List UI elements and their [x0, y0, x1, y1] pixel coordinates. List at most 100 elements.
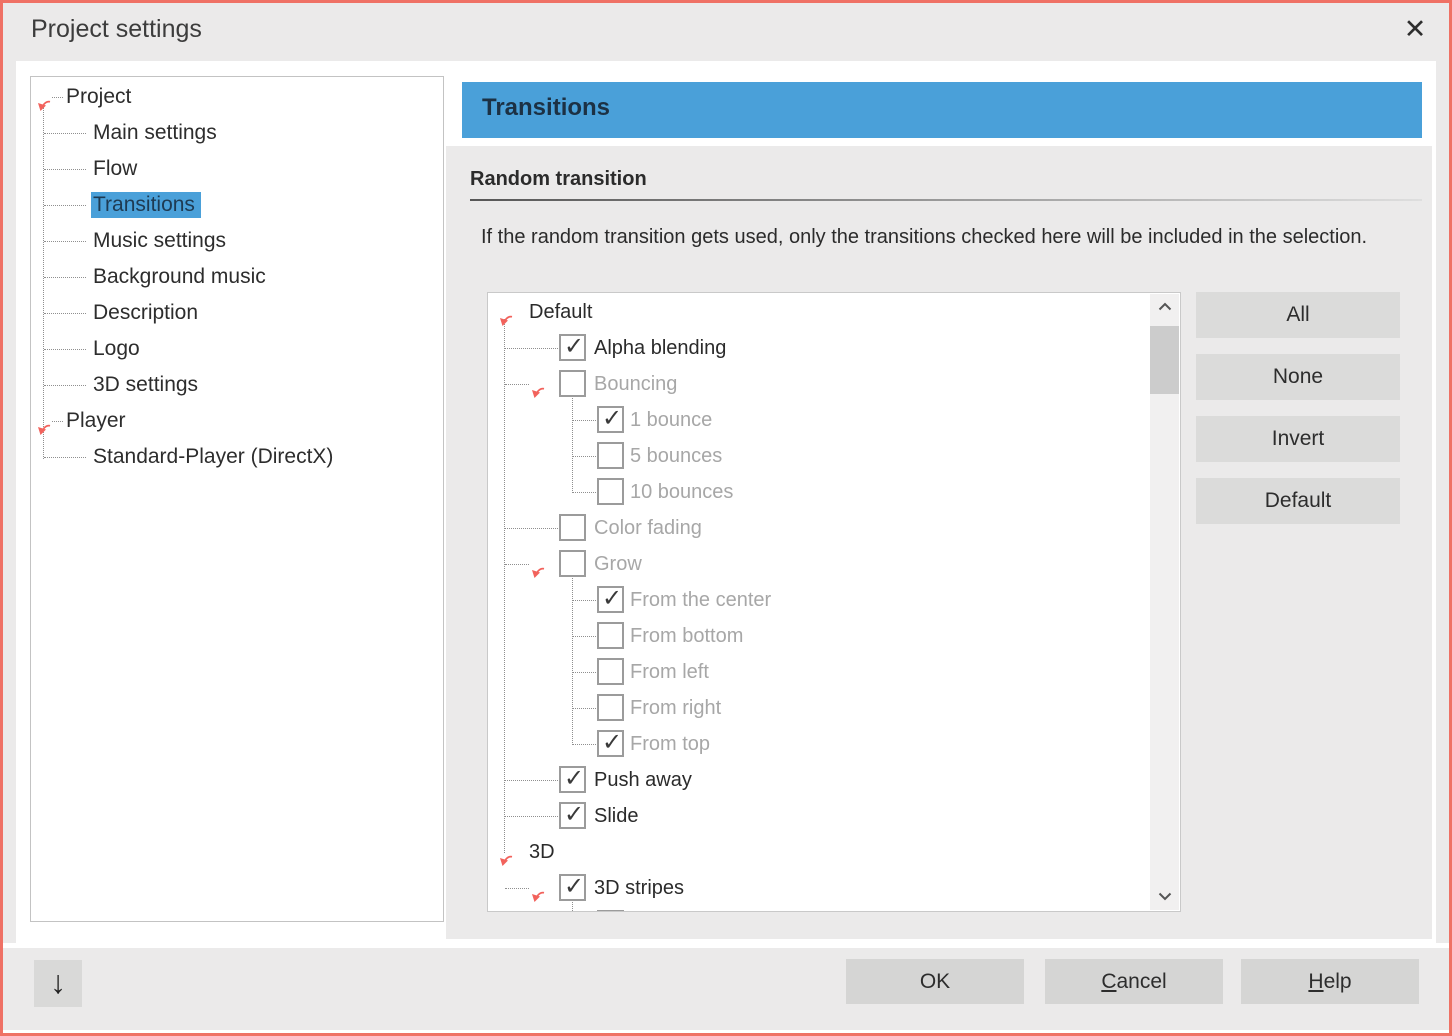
tree-connector: [44, 385, 86, 386]
tree-connector: [44, 313, 86, 314]
sidebar-item-label: Project: [64, 79, 137, 115]
cancel-button[interactable]: Cancel: [1045, 959, 1223, 1004]
transition-row-from-left: From left: [488, 654, 1180, 690]
transition-label[interactable]: From right: [630, 690, 721, 726]
ok-button[interactable]: OK: [846, 959, 1024, 1004]
checkbox-from-bottom[interactable]: [597, 622, 624, 649]
transition-label[interactable]: From the center: [630, 582, 771, 618]
checkbox-bouncing[interactable]: [559, 370, 586, 397]
transition-label[interactable]: 5 bounces: [630, 438, 722, 474]
checkbox-slide[interactable]: ✓: [559, 802, 586, 829]
transition-label[interactable]: Default: [529, 294, 592, 330]
transition-label[interactable]: Color fading: [594, 510, 702, 546]
tree-connector: [505, 780, 558, 781]
all-button[interactable]: All: [1196, 292, 1400, 338]
checkbox-from-the-center[interactable]: ✓: [597, 586, 624, 613]
checkbox-color-fading[interactable]: [559, 514, 586, 541]
sidebar-item-label: Main settings: [91, 115, 223, 151]
checkbox-1-bounce[interactable]: ✓: [597, 406, 624, 433]
transition-label[interactable]: Slide: [594, 798, 638, 834]
checkbox-3d-stripes[interactable]: ✓: [559, 874, 586, 901]
scrollbar-thumb[interactable]: [1150, 326, 1179, 394]
tree-connector: [52, 421, 63, 422]
sidebar-item-logo[interactable]: Logo: [31, 331, 443, 367]
checkbox-5-bounces[interactable]: [597, 442, 624, 469]
transition-label[interactable]: From bottom: [630, 618, 743, 654]
transition-label[interactable]: 3D stripes: [594, 870, 684, 906]
down-arrow-icon: ↓: [50, 964, 66, 1000]
transition-label[interactable]: Alpha blending: [594, 330, 726, 366]
tree-connector: [505, 564, 529, 565]
expand-arrow-icon[interactable]: [36, 413, 51, 428]
transition-row-from-right: From right: [488, 690, 1180, 726]
checkbox-partial[interactable]: [597, 910, 624, 912]
transition-label[interactable]: Grow: [594, 546, 642, 582]
expand-arrow-icon[interactable]: [36, 89, 51, 104]
list-scrollbar[interactable]: [1150, 294, 1179, 910]
sidebar-item-label: 3D settings: [91, 367, 204, 403]
expand-arrow-icon[interactable]: [498, 304, 513, 319]
checkmark-icon: ✓: [602, 581, 622, 617]
sidebar-item-label: Music settings: [91, 223, 232, 259]
transition-row-bouncing: Bouncing: [488, 366, 1180, 402]
transition-row-alpha-blending: ✓ Alpha blending: [488, 330, 1180, 366]
transition-label[interactable]: From left: [630, 654, 709, 690]
checkmark-icon: ✓: [564, 797, 584, 833]
transition-label[interactable]: Bouncing: [594, 366, 677, 402]
sidebar-item-label: Transitions: [91, 187, 201, 223]
transition-label[interactable]: 10 bounces: [630, 474, 733, 510]
expand-arrow-icon[interactable]: [530, 556, 545, 571]
transition-label[interactable]: 1 bounce: [630, 402, 712, 438]
close-icon[interactable]: ✕: [1398, 12, 1432, 46]
expand-arrow-icon[interactable]: [530, 376, 545, 391]
scroll-up-button[interactable]: [1150, 294, 1179, 320]
scroll-down-button[interactable]: [1150, 884, 1179, 910]
sidebar-item-main-settings[interactable]: Main settings: [31, 115, 443, 151]
transition-label[interactable]: Push away: [594, 762, 692, 798]
help-label: H: [1308, 970, 1323, 993]
chevron-down-icon: [1158, 892, 1172, 901]
tree-connector: [44, 133, 86, 134]
sidebar-item-background-music[interactable]: Background music: [31, 259, 443, 295]
tree-connector: [52, 97, 63, 98]
tree-connector: [505, 384, 529, 385]
none-button[interactable]: None: [1196, 354, 1400, 400]
transition-row-grow: Grow: [488, 546, 1180, 582]
sidebar-item-3d-settings[interactable]: 3D settings: [31, 367, 443, 403]
checkmark-icon: ✓: [564, 761, 584, 797]
checkbox-alpha-blending[interactable]: ✓: [559, 334, 586, 361]
sidebar-item-flow[interactable]: Flow: [31, 151, 443, 187]
invert-button[interactable]: Invert: [1196, 416, 1400, 462]
expand-arrow-icon[interactable]: [530, 880, 545, 895]
sidebar-item-music-settings[interactable]: Music settings: [31, 223, 443, 259]
checkbox-from-right[interactable]: [597, 694, 624, 721]
separator: [3, 1030, 1449, 1033]
checkbox-from-left[interactable]: [597, 658, 624, 685]
chevron-up-icon: [1158, 302, 1172, 311]
tree-connector: [44, 349, 86, 350]
transition-label[interactable]: From top: [630, 726, 710, 762]
checkbox-push-away[interactable]: ✓: [559, 766, 586, 793]
checkbox-10-bounces[interactable]: [597, 478, 624, 505]
move-down-button[interactable]: ↓: [34, 960, 82, 1007]
cancel-label: C: [1101, 970, 1116, 993]
default-button[interactable]: Default: [1196, 478, 1400, 524]
section-title: Random transition: [470, 168, 647, 191]
sidebar-item-description[interactable]: Description: [31, 295, 443, 331]
sidebar-item-player[interactable]: Player: [31, 403, 443, 439]
tree-connector: [573, 420, 596, 421]
sidebar-item-project[interactable]: Project: [31, 79, 443, 115]
checkbox-from-top[interactable]: ✓: [597, 730, 624, 757]
tree-connector: [505, 816, 558, 817]
tree-connector: [573, 600, 596, 601]
tree-connector: [573, 708, 596, 709]
sidebar-item-transitions[interactable]: Transitions: [31, 187, 443, 223]
sidebar-item-label: Description: [91, 295, 204, 331]
checkmark-icon: ✓: [564, 869, 584, 905]
help-button[interactable]: Help: [1241, 959, 1419, 1004]
transition-label[interactable]: 3D: [529, 834, 555, 870]
expand-arrow-icon[interactable]: [498, 844, 513, 859]
checkbox-grow[interactable]: [559, 550, 586, 577]
sidebar-item-standard-player-directx[interactable]: Standard-Player (DirectX): [31, 439, 443, 475]
tree-connector: [505, 888, 529, 889]
